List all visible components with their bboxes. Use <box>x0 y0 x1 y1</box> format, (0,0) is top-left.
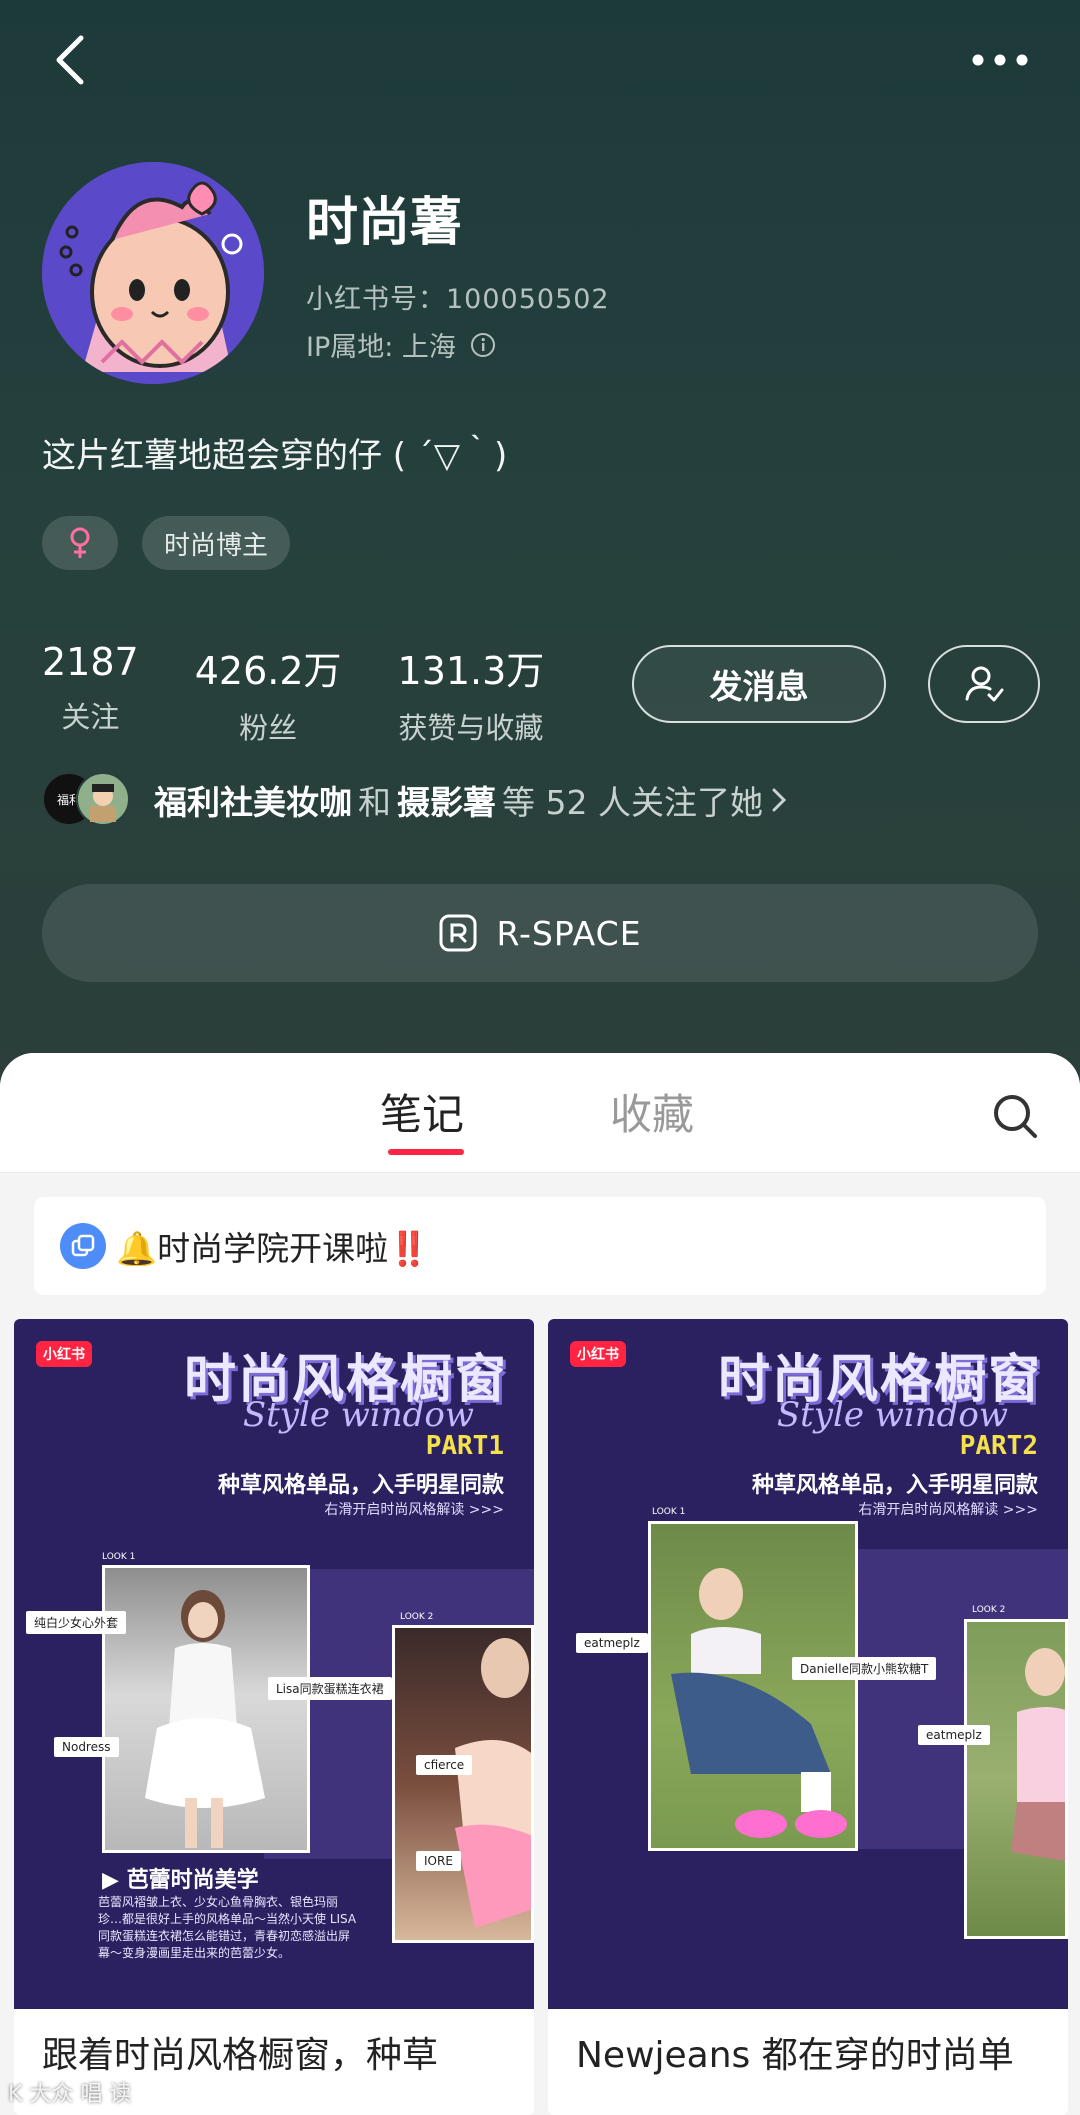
look1-label: LOOK 1 <box>102 1552 136 1562</box>
note-card[interactable]: 小红书 时尚风格橱窗 Style window PART1 种草风格单品，入手明… <box>14 1319 534 2115</box>
mutual-avatar-2-illustration <box>90 784 116 822</box>
rspace-label: R-SPACE <box>496 913 642 953</box>
cover-part: PART2 <box>959 1431 1038 1461</box>
tab-collect[interactable]: 收藏 <box>610 1081 694 1142</box>
ip-location-text: IP属地: 上海 <box>306 332 456 363</box>
look2-figure <box>455 1638 531 1928</box>
mutual-followers[interactable]: 福利 福利社美妆咖 和 摄影薯 等 52 人关注了她 <box>42 772 789 828</box>
rspace-icon <box>439 914 477 952</box>
xhs-logo: 小红书 <box>570 1341 626 1367</box>
collection-icon <box>60 1223 106 1269</box>
watermark: K 大众 唱 读 <box>8 2082 132 2107</box>
mutual-followers-text: 福利社美妆咖 和 摄影薯 等 52 人关注了她 <box>154 776 789 824</box>
note-title: 跟着时尚风格橱窗，种草 <box>42 2035 439 2076</box>
item-chip: IORE <box>416 1851 461 1871</box>
stat-likes-count: 131.3万 <box>397 649 545 693</box>
look1-photo <box>648 1521 858 1851</box>
stat-following[interactable]: 2187 关注 <box>42 640 139 747</box>
profile-bio: 这片红薯地超会穿的仔 ( ´▽｀) <box>42 436 508 476</box>
item-chip: cfierce <box>416 1755 473 1775</box>
cover-hint: 右滑开启时尚风格解读 >>> <box>324 1502 504 1518</box>
note-cover: 小红书 时尚风格橱窗 Style window PART2 种草风格单品，入手明… <box>548 1319 1068 2009</box>
tag-fashion-blogger[interactable]: 时尚博主 <box>142 516 291 570</box>
back-button[interactable] <box>40 30 100 90</box>
xhs-logo: 小红书 <box>36 1341 92 1367</box>
more-dots-icon <box>972 54 1028 66</box>
stat-likes[interactable]: 131.3万 获赞与收藏 <box>398 640 545 747</box>
cover-body-title: ▶ 芭蕾时尚美学 <box>102 1868 259 1893</box>
look1-label: LOOK 1 <box>652 1507 686 1517</box>
tab-notes[interactable]: 笔记 <box>380 1081 464 1142</box>
female-icon <box>70 527 90 558</box>
content-panel: 笔记 收藏 🔔时尚学院开课啦‼️ 小红书 时尚风格橱窗 Style window… <box>0 1053 1080 2115</box>
mutual-and: 和 <box>358 783 391 822</box>
stat-followers-count: 426.2万 <box>194 649 342 693</box>
mutual-name-2: 摄影薯 <box>397 783 496 822</box>
send-message-button[interactable]: 发消息 <box>632 645 886 723</box>
item-chip: Danielle同款小熊软糖T <box>792 1657 937 1680</box>
cover-subtitle: 种草风格单品，入手明星同款 <box>217 1473 504 1498</box>
cover-part: PART1 <box>425 1431 504 1461</box>
avatar[interactable] <box>42 162 264 384</box>
chevron-right-icon <box>772 788 787 812</box>
stat-followers-label: 粉丝 <box>239 711 298 745</box>
cover-script: Style window <box>776 1395 1008 1435</box>
search-button[interactable] <box>990 1091 1040 1141</box>
tab-bar: 笔记 收藏 <box>0 1053 1080 1173</box>
look2-label: LOOK 2 <box>400 1612 434 1622</box>
avatar-illustration <box>42 162 264 384</box>
cover-hint: 右滑开启时尚风格解读 >>> <box>858 1502 1038 1518</box>
note-cover: 小红书 时尚风格橱窗 Style window PART1 种草风格单品，入手明… <box>14 1319 534 2009</box>
item-chip: eatmeplz <box>576 1633 648 1653</box>
more-button[interactable] <box>960 30 1040 90</box>
info-icon[interactable] <box>470 332 496 358</box>
look2-photo <box>964 1619 1068 1939</box>
note-card[interactable]: 小红书 时尚风格橱窗 Style window PART2 种草风格单品，入手明… <box>548 1319 1068 2115</box>
rspace-button[interactable]: R-SPACE <box>42 884 1038 982</box>
pinned-collection[interactable]: 🔔时尚学院开课啦‼️ <box>34 1197 1046 1295</box>
look1-figure <box>145 1590 265 1848</box>
profile-name: 时尚薯 <box>306 193 463 253</box>
look1-photo <box>102 1565 310 1853</box>
stat-followers[interactable]: 426.2万 粉丝 <box>195 640 342 747</box>
stat-following-label: 关注 <box>61 700 120 734</box>
note-title: Newjeans 都在穿的时尚单 <box>576 2035 1014 2076</box>
cover-body-text: 芭蕾风褶皱上衣、少女心鱼骨胸衣、银色玛丽珍…都是很好上手的风格单品～当然小天使 … <box>98 1895 357 1960</box>
stat-following-count: 2187 <box>42 640 139 684</box>
look1-figure <box>671 1568 847 1838</box>
ip-location: IP属地: 上海 <box>306 325 496 364</box>
mutual-avatar-2 <box>76 772 130 826</box>
stat-likes-label: 获赞与收藏 <box>398 711 544 745</box>
item-chip: eatmeplz <box>918 1725 990 1745</box>
followed-button[interactable] <box>928 645 1040 723</box>
pinned-label: 🔔时尚学院开课啦‼️ <box>116 1229 430 1268</box>
look2-label: LOOK 2 <box>972 1605 1006 1615</box>
mutual-avatars: 福利 <box>42 772 132 828</box>
mutual-name-1: 福利社美妆咖 <box>154 783 352 822</box>
gender-tag <box>42 516 118 570</box>
user-check-icon <box>965 666 1004 702</box>
profile-tags: 时尚博主 <box>42 516 291 570</box>
cover-script: Style window <box>242 1395 474 1435</box>
chevron-left-icon <box>56 35 84 85</box>
item-chip: Nodress <box>54 1737 119 1757</box>
tab-active-indicator <box>388 1149 464 1155</box>
item-chip: 纯白少女心外套 <box>26 1611 127 1634</box>
cover-subtitle: 种草风格单品，入手明星同款 <box>751 1473 1038 1498</box>
mutual-suffix: 等 52 人关注了她 <box>502 783 763 822</box>
profile-stats: 2187 关注 426.2万 粉丝 131.3万 获赞与收藏 <box>42 640 600 747</box>
collection-icon-glyph <box>71 1234 95 1257</box>
profile-header: 时尚薯 小红书号：100050502 IP属地: 上海 这片红薯地超会穿的仔 (… <box>0 0 1080 1100</box>
search-icon <box>994 1095 1037 1138</box>
look2-figure <box>1011 1648 1065 1861</box>
redbook-id: 小红书号：100050502 <box>306 284 610 315</box>
look2-photo <box>392 1625 534 1943</box>
item-chip: Lisa同款蛋糕连衣裙 <box>268 1677 392 1700</box>
